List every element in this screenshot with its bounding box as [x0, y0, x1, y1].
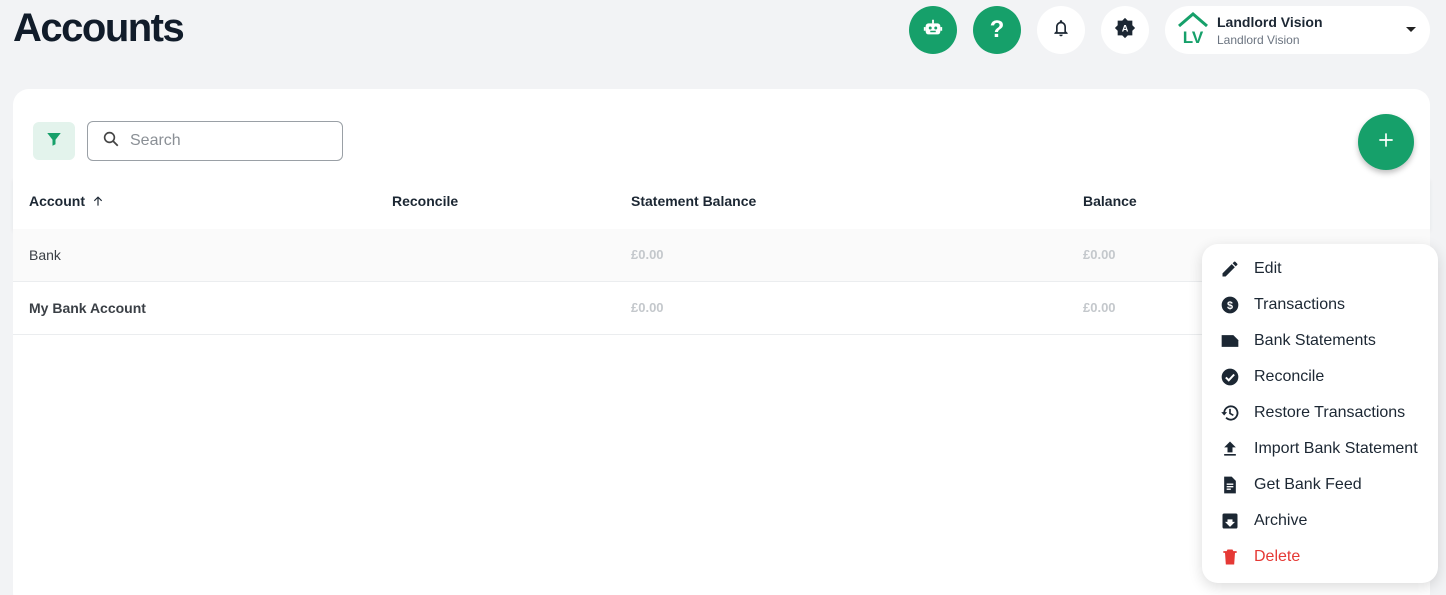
statement-balance-cell: £0.00 [631, 300, 664, 315]
statement-balance-cell: £0.00 [631, 247, 664, 262]
account-cell: My Bank Account [29, 300, 146, 316]
account-actions-menu: Edit $ Transactions Bank Statements Reco… [1202, 244, 1438, 583]
trash-icon [1220, 547, 1240, 567]
add-account-button[interactable] [1358, 114, 1414, 170]
account-switcher[interactable]: LV Landlord Vision Landlord Vision [1165, 6, 1430, 54]
help-icon: ? [989, 16, 1005, 43]
search-field[interactable] [87, 121, 343, 161]
column-header-reconcile[interactable]: Reconcile [392, 193, 458, 209]
filter-button[interactable] [33, 122, 75, 160]
menu-item-edit[interactable]: Edit [1202, 251, 1438, 287]
menu-item-reconcile[interactable]: Reconcile [1202, 359, 1438, 395]
help-button[interactable]: ? [973, 6, 1021, 54]
theme-toggle-button[interactable]: A [1101, 6, 1149, 54]
notifications-button[interactable] [1037, 6, 1085, 54]
document-icon [1220, 475, 1240, 495]
page-title: Accounts [13, 6, 185, 50]
account-name: Landlord Vision [1217, 13, 1323, 30]
plus-icon [1376, 130, 1396, 155]
chevron-down-icon [1406, 27, 1416, 32]
account-cell: Bank [29, 247, 61, 263]
account-subtitle: Landlord Vision [1217, 32, 1300, 47]
balance-cell: £0.00 [1083, 300, 1116, 315]
svg-text:$: $ [1227, 300, 1233, 312]
menu-item-import-bank-statement[interactable]: Import Bank Statement [1202, 431, 1438, 467]
landlord-vision-logo: LV [1173, 10, 1213, 50]
column-header-account[interactable]: Account [29, 193, 105, 209]
bell-icon [1051, 18, 1071, 43]
arrow-up-icon [91, 194, 105, 208]
column-header-statement-balance[interactable]: Statement Balance [631, 193, 756, 209]
statement-icon [1220, 331, 1240, 351]
menu-item-restore-transactions[interactable]: Restore Transactions [1202, 395, 1438, 431]
svg-text:LV: LV [1183, 28, 1204, 47]
check-circle-icon [1220, 367, 1240, 387]
menu-item-transactions[interactable]: $ Transactions [1202, 287, 1438, 323]
column-header-balance[interactable]: Balance [1083, 193, 1137, 209]
upload-icon [1220, 439, 1240, 459]
history-icon [1220, 403, 1240, 423]
dollar-icon: $ [1220, 295, 1240, 315]
menu-item-get-bank-feed[interactable]: Get Bank Feed [1202, 467, 1438, 503]
assistant-button[interactable] [909, 6, 957, 54]
pencil-icon [1220, 259, 1240, 279]
search-input[interactable] [130, 132, 330, 150]
menu-item-bank-statements[interactable]: Bank Statements [1202, 323, 1438, 359]
theme-auto-icon: A [1114, 17, 1136, 44]
balance-cell: £0.00 [1083, 247, 1116, 262]
svg-text:A: A [1122, 23, 1129, 33]
table-header: Account Reconcile Statement Balance Bala… [13, 177, 1430, 229]
archive-icon [1220, 511, 1240, 531]
menu-item-archive[interactable]: Archive [1202, 503, 1438, 539]
search-icon [102, 130, 120, 153]
robot-icon [922, 17, 944, 44]
filter-icon [45, 130, 63, 153]
menu-item-delete[interactable]: Delete [1202, 539, 1438, 575]
